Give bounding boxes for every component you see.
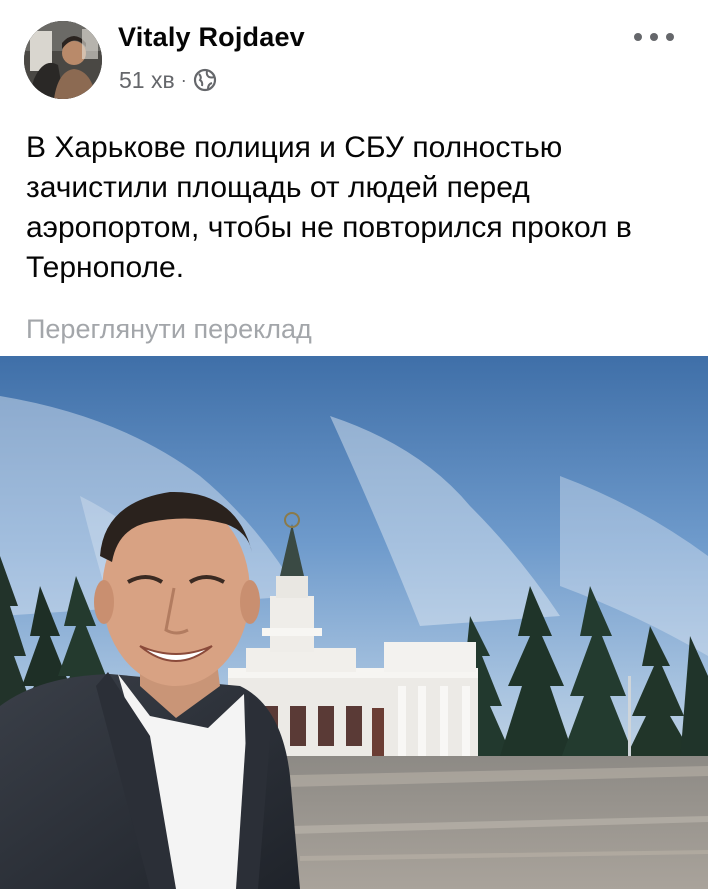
globe-icon[interactable] <box>193 68 217 92</box>
post-header: Vitaly Rojdaev 51 хв · <box>0 0 708 110</box>
author-avatar[interactable] <box>24 21 102 99</box>
avatar-photo <box>24 21 102 99</box>
more-dot <box>634 33 642 41</box>
author-name[interactable]: Vitaly Rojdaev <box>118 22 305 53</box>
meta-separator: · <box>180 69 187 90</box>
post-time[interactable]: 51 хв <box>119 67 175 94</box>
more-dot <box>650 33 658 41</box>
see-translation-link[interactable]: Переглянути переклад <box>26 314 312 345</box>
more-options-icon[interactable] <box>634 26 674 48</box>
post-text: В Харькове полиция и СБУ полностью зачис… <box>26 131 632 284</box>
post-photo[interactable] <box>0 356 708 889</box>
facebook-post: Vitaly Rojdaev 51 хв · В Харькове полици… <box>0 0 708 889</box>
post-meta: 51 хв · <box>119 66 217 94</box>
more-dot <box>666 33 674 41</box>
